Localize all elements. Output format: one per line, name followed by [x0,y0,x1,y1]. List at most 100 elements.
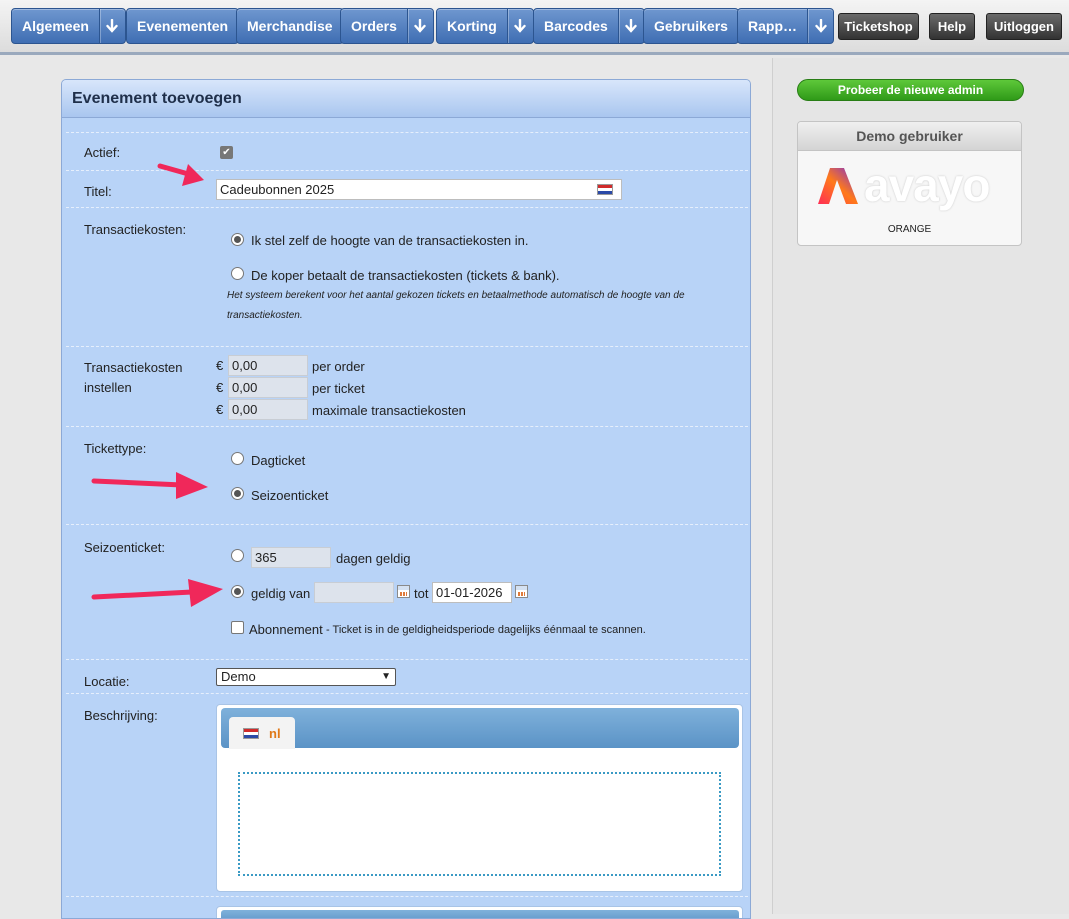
panel-title: Evenement toevoegen [62,80,750,118]
nav-orders-label: Orders [351,18,397,34]
nav-rapportages-label: Rapp… [748,18,797,34]
divider [66,346,748,347]
tab-nl[interactable]: nl [229,717,295,749]
flag-nl-icon [597,184,613,195]
currency-symbol: € [216,358,224,373]
tk-instellen-label-line1: Transactiekosten [84,360,183,375]
beschrijving-textarea[interactable] [238,772,721,876]
actief-checkbox[interactable]: ✔ [220,146,233,159]
divider [66,132,748,133]
date-from-input[interactable] [314,582,394,603]
tab-nl-label: nl [269,726,281,741]
days-input[interactable]: 365 [251,547,331,568]
annotation-arrow-icon [91,472,208,499]
cost-per-order-input[interactable]: 0,00 [228,355,308,376]
cost-per-order-value: 0,00 [232,358,258,373]
new-admin-button[interactable]: Probeer de nieuwe admin [797,79,1024,101]
logout-button[interactable]: Uitloggen [986,13,1062,40]
cost-max-label: maximale transactiekosten [312,403,466,418]
beschrijving-editor: nl [216,704,743,892]
nav-gebruikers-label: Gebruikers [654,18,728,34]
chevron-down-icon[interactable] [617,9,644,43]
nav-korting[interactable]: Korting [436,8,534,44]
nav-merchandise[interactable]: Merchandise [236,8,344,44]
nav-barcodes[interactable]: Barcodes [533,8,645,44]
demo-user-title: Demo gebruiker [798,122,1021,151]
titel-input-value: Cadeubonnen 2025 [220,182,335,197]
divider [66,693,748,694]
tk-option-buyer-label: De koper betaalt de transactiekosten (ti… [251,268,560,283]
seizoen-range-radio[interactable] [231,585,244,598]
seizoen-days-radio[interactable] [231,549,244,562]
tk-option-self-label: Ik stel zelf de hoogte van de transactie… [251,233,529,248]
nav-barcodes-label: Barcodes [544,18,608,34]
nav-merchandise-label: Merchandise [247,18,333,34]
tk-note-line2: transactiekosten. [227,310,303,321]
tk-instellen-label-line2: instellen [84,380,132,395]
nav-evenementen-label: Evenementen [137,18,229,34]
ticketshop-button[interactable]: Ticketshop [838,13,919,40]
divider [66,896,748,897]
date-to-value: 01-01-2026 [436,585,503,600]
tickettype-dagticket-radio[interactable] [231,452,244,465]
next-editor [216,906,743,918]
currency-symbol: € [216,402,224,417]
cost-max-value: 0,00 [232,402,258,417]
nav-rapportages[interactable]: Rapp… [737,8,834,44]
tickettype-seizoenticket-label: Seizoenticket [251,488,329,503]
titel-input[interactable]: Cadeubonnen 2025 [216,179,622,200]
tot-label: tot [414,586,429,601]
nav-gebruikers[interactable]: Gebruikers [643,8,739,44]
nav-algemeen-label: Algemeen [22,18,89,34]
nav-evenementen[interactable]: Evenementen [126,8,240,44]
annotation-arrow-icon [157,163,204,186]
days-label: dagen geldig [336,551,411,566]
titel-label: Titel: [84,184,112,199]
avayo-logo-mark-icon [818,168,858,204]
calendar-icon[interactable] [515,585,528,598]
tickettype-label: Tickettype: [84,441,147,456]
abonnement-checkbox[interactable] [231,621,244,634]
cost-max-input[interactable]: 0,00 [228,399,308,420]
actief-label: Actief: [84,145,121,160]
seizoenticket-label: Seizoenticket: [84,540,165,555]
avayo-logo: avayo [816,159,1006,211]
tk-option-buyer-radio[interactable] [231,267,244,280]
cost-per-ticket-input[interactable]: 0,00 [228,377,308,398]
flag-nl-icon [243,728,259,739]
date-to-input[interactable]: 01-01-2026 [432,582,512,603]
chevron-down-icon[interactable] [406,9,433,43]
days-value: 365 [255,550,277,565]
editor-tab-bar: nl [221,708,739,749]
locatie-select[interactable]: Demo ▼ [216,668,396,686]
annotation-arrow-icon [91,579,223,607]
locatie-label: Locatie: [84,674,130,689]
nav-orders[interactable]: Orders [340,8,434,44]
chevron-down-icon: ▼ [381,671,391,682]
calendar-icon[interactable] [397,585,410,598]
transactiekosten-label: Transactiekosten: [84,222,187,237]
right-sidebar: Probeer de nieuwe admin Demo gebruiker a… [772,58,1069,914]
tk-option-self-radio[interactable] [231,233,244,246]
cost-per-order-label: per order [312,359,365,374]
divider [66,659,748,660]
tickettype-dagticket-label: Dagticket [251,453,306,468]
top-navigation-bar: Algemeen Evenementen Merchandise Orders … [0,0,1069,55]
nav-algemeen[interactable]: Algemeen [11,8,126,44]
avayo-logo-text: avayo [864,159,990,211]
chevron-down-icon[interactable] [506,9,533,43]
tk-note-line1: Het systeem berekent voor het aantal gek… [227,290,685,301]
divider [66,524,748,525]
geldig-van-label: geldig van [251,586,311,601]
cost-per-ticket-label: per ticket [312,381,365,396]
help-button[interactable]: Help [929,13,975,40]
beschrijving-label: Beschrijving: [84,708,158,723]
tickettype-seizoenticket-radio[interactable] [231,487,244,500]
demo-user-box: Demo gebruiker avayo ORANGE [797,121,1022,246]
divider [66,426,748,427]
locatie-select-value: Demo [221,669,256,684]
currency-symbol: € [216,380,224,395]
chevron-down-icon[interactable] [98,9,125,43]
chevron-down-icon[interactable] [807,9,833,43]
abonnement-note: - Ticket is in de geldigheidsperiode dag… [326,624,646,636]
